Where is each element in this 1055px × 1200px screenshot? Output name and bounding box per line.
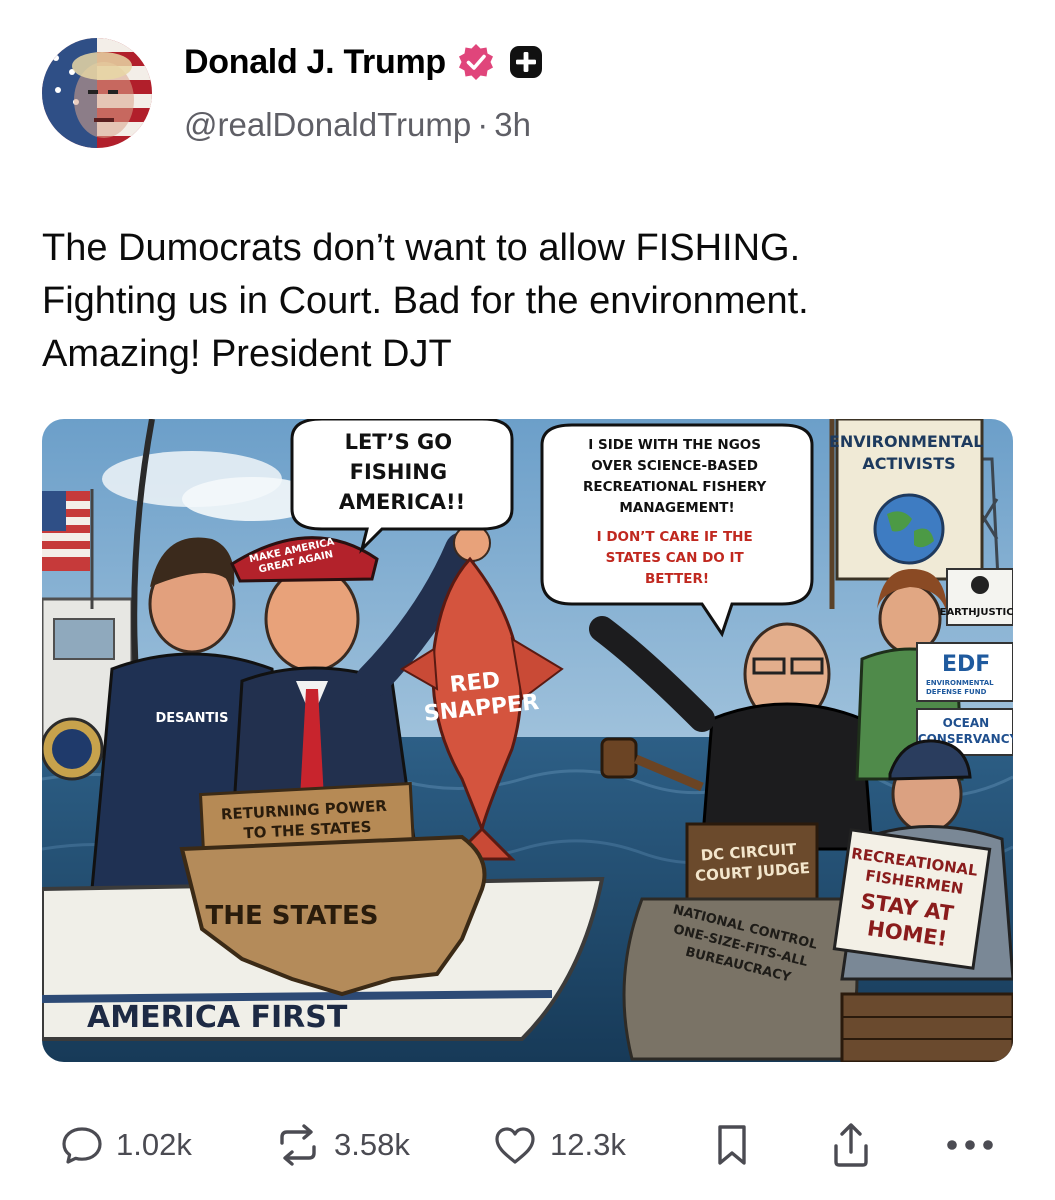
reply-count: 1.02k [116,1127,192,1162]
avatar[interactable] [42,38,152,148]
post-text: The Dumocrats don’t want to allow FISHIN… [42,222,1002,381]
like-count: 12.3k [550,1127,626,1162]
reply-icon [58,1121,106,1169]
post-text-line: The Dumocrats don’t want to allow FISHIN… [42,227,801,269]
post-text-line: Amazing! President DJT [42,333,452,375]
heart-icon [490,1121,540,1169]
author-name[interactable]: Donald J. Trump [184,43,446,82]
states-label: THE STATES [205,901,378,931]
boat-name: AMERICA FIRST [87,1000,348,1035]
svg-text:LET’S GO FISHING: LET’S GO FISHING AMERICA!! [339,430,465,514]
more-icon [944,1135,996,1155]
speech-left-line: AMERICA!! [339,490,465,514]
speech-right-line: OVER SCIENCE-BASED [591,458,758,474]
handle-time-line: @realDonaldTrump · 3h [184,106,531,144]
speech-left-line: LET’S GO [345,430,453,454]
edf-label: EDF [942,652,990,677]
speech-left-line: FISHING [350,460,447,484]
separator: · [477,106,489,143]
reply-button[interactable]: 1.02k [58,1110,192,1180]
desantis-jacket-label: DESANTIS [155,711,228,726]
plus-icon [506,42,546,82]
banner-line: ENVIRONMENTAL [829,432,983,451]
edf-sub-line: DEFENSE FUND [926,688,987,696]
more-options-button[interactable] [944,1110,996,1180]
banner-line: ACTIVISTS [862,454,955,473]
action-bar: 1.02k 3.58k 12.3k [0,1110,1055,1180]
share-icon [828,1120,874,1170]
post-image[interactable]: DESANTIS MAKE AMERICA GREAT AGAIN RED SN… [42,419,1013,1062]
post-card: Donald J. Trump @realDonaldTrump · 3h The … [0,0,1055,1200]
speech-right-red-line: I DON’T CARE IF THE [597,529,753,545]
speech-right-line: I SIDE WITH THE NGOS [588,437,761,453]
speech-right-red-line: STATES CAN DO IT [606,550,745,566]
author-handle[interactable]: @realDonaldTrump [184,106,471,143]
fish-label: RED [449,668,502,698]
avatar-image [42,38,152,148]
speech-right-line: RECREATIONAL FISHERY [583,479,766,495]
verified-icon [456,42,496,82]
bookmark-icon [710,1121,754,1169]
author-name-row: Donald J. Trump [184,42,546,82]
speech-right-red-line: BETTER! [645,571,709,587]
post-time[interactable]: 3h [494,106,531,143]
repost-icon [272,1121,324,1169]
ocean-line: OCEAN [943,716,990,730]
earthjustice-label: EARTHJUSTICE [940,607,1013,618]
bookmark-button[interactable] [710,1110,754,1180]
speech-right-line: MANAGEMENT! [619,500,734,516]
svg-text:ENVIRONMENTAL DEFENSE: ENVIRONMENTAL DEFENSE FUND [926,679,996,696]
post-text-line: Fighting us in Court. Bad for the enviro… [42,280,809,322]
repost-count: 3.58k [334,1127,410,1162]
like-button[interactable]: 12.3k [490,1110,626,1180]
share-button[interactable] [828,1110,874,1180]
edf-sub-line: ENVIRONMENTAL [926,679,994,687]
cartoon-illustration: DESANTIS MAKE AMERICA GREAT AGAIN RED SN… [42,419,1013,1062]
repost-button[interactable]: 3.58k [272,1110,410,1180]
